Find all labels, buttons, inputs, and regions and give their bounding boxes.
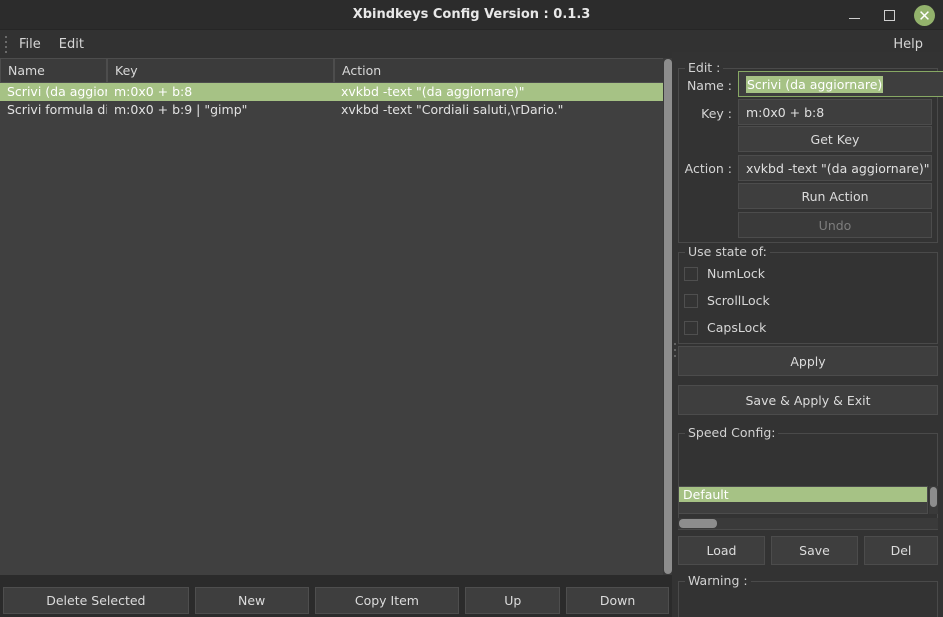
- table-row[interactable]: Scrivi formula di saluto m:0x0 + b:9 | "…: [0, 101, 672, 119]
- del-button[interactable]: Del: [864, 536, 938, 565]
- window-controls: [843, 0, 935, 30]
- list-item[interactable]: Default: [679, 487, 927, 502]
- move-up-button[interactable]: Up: [465, 587, 561, 614]
- speed-config-frame: Speed Config:: [678, 425, 938, 530]
- speed-config-list[interactable]: Default: [678, 486, 928, 514]
- numlock-checkbox-box[interactable]: [684, 266, 698, 281]
- name-input-value: Scrivi (da aggiornare): [746, 75, 884, 93]
- speed-config-horizontal-scrollbar[interactable]: [678, 518, 938, 529]
- table-row[interactable]: Scrivi (da aggiornare) m:0x0 + b:8 xvkbd…: [0, 83, 672, 101]
- column-header-name[interactable]: Name: [0, 58, 107, 83]
- maximize-icon: [883, 9, 895, 21]
- name-input[interactable]: Scrivi (da aggiornare): [738, 71, 943, 97]
- undo-button[interactable]: Undo: [738, 212, 932, 238]
- menu-file[interactable]: File: [10, 33, 50, 56]
- cell-name: Scrivi (da aggiornare): [7, 84, 107, 99]
- speed-config-frame-legend: Speed Config:: [685, 425, 779, 440]
- speed-config-vertical-scrollbar-thumb[interactable]: [930, 487, 937, 507]
- checkbox-numlock[interactable]: NumLock: [684, 266, 765, 281]
- keybinding-list-pane: Name Key Action Scrivi (da aggiornare) m…: [0, 58, 672, 575]
- checkbox-capslock[interactable]: CapsLock: [684, 320, 766, 335]
- move-down-button[interactable]: Down: [566, 587, 670, 614]
- action-input-value: xvkbd -text "(da aggiornare)": [746, 160, 930, 176]
- cell-name: Scrivi formula di saluto: [7, 102, 107, 117]
- checkbox-scrolllock[interactable]: ScrollLock: [684, 293, 770, 308]
- action-field-label: Action :: [684, 161, 732, 176]
- apply-button[interactable]: Apply: [678, 346, 938, 376]
- cell-action: xvkbd -text "Cordiali saluti,\rDario.": [341, 102, 564, 117]
- window-titlebar: Xbindkeys Config Version : 0.1.3: [0, 0, 943, 30]
- column-header-key[interactable]: Key: [107, 58, 334, 83]
- save-button[interactable]: Save: [771, 536, 858, 565]
- copy-item-button[interactable]: Copy Item: [314, 587, 460, 614]
- run-action-button[interactable]: Run Action: [738, 183, 932, 209]
- get-key-button[interactable]: Get Key: [738, 126, 932, 152]
- maximize-button[interactable]: [878, 4, 900, 26]
- warning-frame-legend: Warning :: [685, 573, 751, 588]
- scrolllock-label: ScrollLock: [707, 293, 770, 308]
- list-rows: Scrivi (da aggiornare) m:0x0 + b:8 xvkbd…: [0, 83, 672, 119]
- speed-config-horizontal-scrollbar-thumb[interactable]: [679, 519, 717, 528]
- close-button[interactable]: [913, 4, 935, 26]
- warning-frame: Warning :: [678, 573, 938, 617]
- column-header-action[interactable]: Action: [334, 58, 672, 83]
- key-input[interactable]: m:0x0 + b:8: [738, 99, 932, 125]
- window-title: Xbindkeys Config Version : 0.1.3: [352, 6, 591, 22]
- numlock-label: NumLock: [707, 266, 765, 281]
- action-input[interactable]: xvkbd -text "(da aggiornare)": [738, 155, 932, 181]
- close-icon: [913, 4, 935, 26]
- name-field-label: Name :: [686, 78, 732, 93]
- capslock-checkbox-box[interactable]: [684, 320, 698, 335]
- capslock-label: CapsLock: [707, 320, 767, 335]
- cell-action: xvkbd -text "(da aggiornare)": [341, 84, 525, 99]
- cell-key: m:0x0 + b:8: [114, 84, 193, 99]
- minimize-button[interactable]: [843, 4, 865, 26]
- edit-side-panel: Edit : Name : Scrivi (da aggiornare) Key…: [672, 52, 943, 617]
- key-field-label: Key :: [701, 106, 732, 121]
- save-apply-exit-button[interactable]: Save & Apply & Exit: [678, 385, 938, 415]
- menubar-grip-handle[interactable]: [1, 34, 10, 54]
- cell-key: m:0x0 + b:9 | "gimp": [114, 102, 248, 117]
- use-state-frame-legend: Use state of:: [685, 244, 770, 259]
- edit-frame-legend: Edit :: [685, 60, 724, 75]
- new-button[interactable]: New: [194, 587, 309, 614]
- list-column-headers: Name Key Action: [0, 58, 672, 83]
- minimize-icon: [848, 18, 860, 19]
- list-vertical-scrollbar-thumb[interactable]: [664, 59, 672, 574]
- scrolllock-checkbox-box[interactable]: [684, 293, 698, 308]
- bottom-button-bar: Delete Selected New Copy Item Up Down: [0, 584, 672, 617]
- delete-selected-button[interactable]: Delete Selected: [3, 587, 189, 614]
- key-input-value: m:0x0 + b:8: [746, 104, 825, 120]
- load-button[interactable]: Load: [678, 536, 765, 565]
- menu-edit[interactable]: Edit: [50, 33, 93, 56]
- speed-config-vertical-scrollbar[interactable]: [929, 486, 938, 514]
